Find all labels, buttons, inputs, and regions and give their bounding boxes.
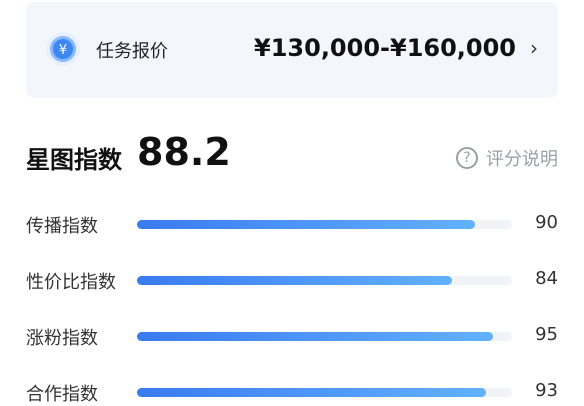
svg-text:¥: ¥	[59, 43, 67, 58]
metric-row: 合作指数 93	[26, 380, 558, 406]
score-value: 88.2	[137, 130, 231, 174]
metric-label: 性价比指数	[26, 272, 116, 293]
metric-value: 90	[535, 212, 558, 233]
yen-coin-icon: ¥	[44, 30, 82, 68]
help-label: 评分说明	[486, 149, 558, 170]
metric-track	[137, 388, 512, 397]
metric-fill	[137, 220, 475, 229]
metric-track	[137, 220, 512, 229]
score-title: 星图指数	[26, 146, 122, 174]
metric-row: 传播指数 90	[26, 212, 558, 238]
price-card[interactable]: ¥ 任务报价 ¥130,000-¥160,000 ›	[26, 2, 558, 98]
metric-label: 涨粉指数	[26, 328, 98, 349]
price-label: 任务报价	[96, 41, 168, 62]
metric-fill	[137, 332, 494, 341]
metric-row: 涨粉指数 95	[26, 324, 558, 350]
metric-row: 性价比指数 84	[26, 268, 558, 294]
help-link[interactable]: ? 评分说明	[456, 145, 558, 171]
metric-label: 合作指数	[26, 384, 98, 405]
metric-fill	[137, 276, 452, 285]
metric-track	[137, 276, 512, 285]
metric-value: 84	[535, 268, 558, 289]
question-circle-icon: ?	[456, 147, 478, 169]
chevron-right-icon[interactable]: ›	[530, 36, 538, 60]
metric-value: 93	[535, 380, 558, 401]
metric-fill	[137, 388, 486, 397]
metric-value: 95	[535, 324, 558, 345]
metric-label: 传播指数	[26, 216, 98, 237]
price-range: ¥130,000-¥160,000	[254, 34, 516, 62]
metric-track	[137, 332, 512, 341]
